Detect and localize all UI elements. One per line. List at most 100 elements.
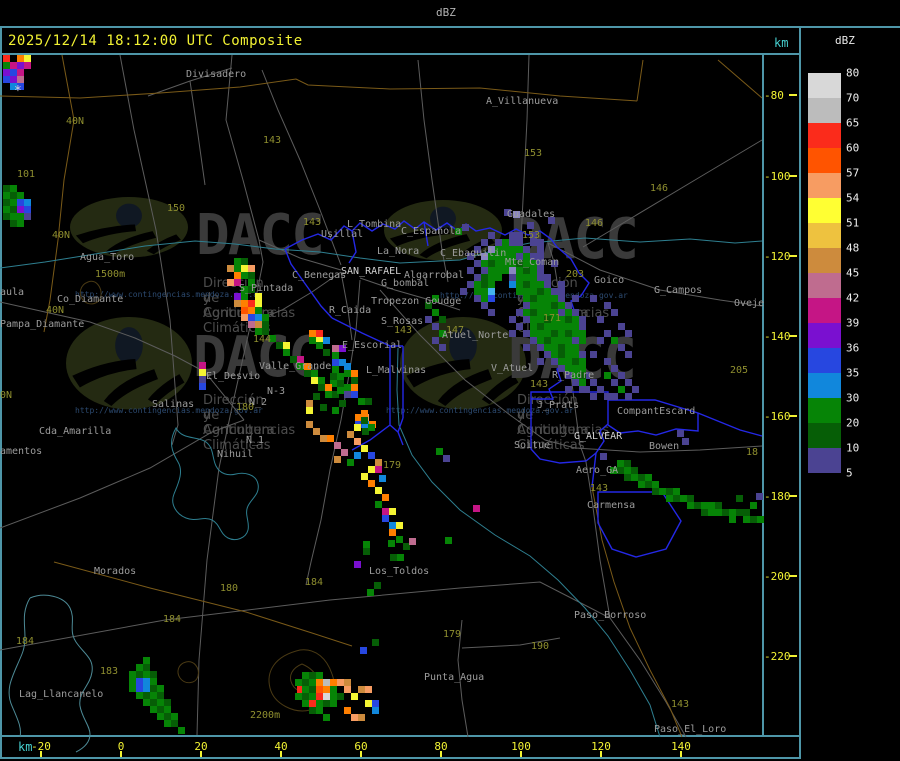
radar-cell (537, 337, 544, 344)
radar-cell (136, 678, 143, 685)
radar-cell (318, 377, 325, 384)
radar-cell (354, 452, 361, 459)
radar-cell (565, 386, 572, 393)
radar-cell (3, 76, 10, 83)
radar-cell (572, 295, 579, 302)
radar-cell (17, 206, 24, 213)
radar-cell (715, 502, 722, 509)
radar-cell (572, 316, 579, 323)
map-place-label: C_Española (401, 226, 462, 237)
radar-cell (680, 495, 687, 502)
radar-cell (516, 281, 523, 288)
radar-cell (516, 267, 523, 274)
map-route-label: 146 (585, 218, 604, 229)
radar-cell (625, 330, 632, 337)
radar-cell (17, 55, 24, 62)
radar-cell (375, 459, 382, 466)
radar-cell (551, 288, 558, 295)
map-place-label: Tropezon Goudge (371, 296, 462, 307)
radar-cell (544, 344, 551, 351)
radar-cell (375, 487, 382, 494)
radar-cell (241, 307, 248, 314)
radar-cell (425, 316, 432, 323)
radar-cell (374, 582, 381, 589)
map-place-label: El_Desvio (206, 371, 261, 382)
radar-cell (344, 679, 351, 686)
radar-cell (631, 474, 638, 481)
radar-cell (579, 386, 586, 393)
radar-cell (143, 678, 150, 685)
radar-cell (316, 672, 323, 679)
radar-cell (474, 260, 481, 267)
radar-cell (157, 685, 164, 692)
radar-cell (344, 391, 351, 398)
radar-cell (262, 314, 269, 321)
radar-cell (624, 467, 631, 474)
radar-cell (302, 679, 309, 686)
radar-cell (363, 541, 370, 548)
map-place-label: Los_Toldos (369, 566, 430, 577)
radar-cell (3, 199, 10, 206)
radar-cell (24, 199, 31, 206)
radar-cell (309, 693, 316, 700)
radar-cell (624, 460, 631, 467)
radar-cell (558, 358, 565, 365)
radar-cell (572, 330, 579, 337)
radar-cell (136, 692, 143, 699)
radar-cell (488, 295, 495, 302)
radar-cell (652, 481, 659, 488)
radar-cell (736, 495, 743, 502)
radar-cell (579, 323, 586, 330)
map-route-label: 184 (163, 614, 182, 625)
map-place-label: Paso_Borroso (574, 610, 647, 621)
radar-cell (516, 323, 523, 330)
radar-cell (708, 502, 715, 509)
radar-cell (255, 300, 262, 307)
map-place-label: A_Villanueva (486, 96, 559, 107)
radar-cell (143, 671, 150, 678)
radar-cell (368, 424, 375, 431)
map-place-label: Agua_Toro (80, 252, 135, 263)
radar-cell (316, 686, 323, 693)
radar-cell (337, 693, 344, 700)
map-place-label: Usillal (321, 229, 364, 240)
radar-cell (537, 323, 544, 330)
radar-cell (638, 481, 645, 488)
radar-cell (164, 706, 171, 713)
radar-cell (474, 295, 481, 302)
radar-cell (488, 260, 495, 267)
radar-cell (481, 274, 488, 281)
radar-cell (462, 224, 469, 231)
radar-cell (565, 337, 572, 344)
radar-cell (537, 246, 544, 253)
radar-cell (136, 685, 143, 692)
map-route-label: 40N (46, 305, 65, 316)
radar-cell (509, 274, 516, 281)
radar-cell (509, 232, 516, 239)
radar-cell (544, 351, 551, 358)
radar-cell (248, 300, 255, 307)
radar-cell (544, 302, 551, 309)
radar-cell (558, 337, 565, 344)
radar-cell (323, 700, 330, 707)
radar-cell (481, 281, 488, 288)
radar-cell (756, 493, 763, 500)
map-place-label: G_bombal (381, 278, 430, 289)
radar-cell (530, 302, 537, 309)
map-route-label: 179 (443, 629, 462, 640)
radar-cell (530, 274, 537, 281)
map-place-label: E_Escorial (342, 340, 403, 351)
radar-cell (523, 267, 530, 274)
radar-cell (363, 548, 370, 555)
map-place-label: Paso_El_Loro (654, 724, 727, 735)
radar-cell (396, 536, 403, 543)
radar-cell (687, 502, 694, 509)
radar-cell (344, 370, 351, 377)
radar-cell (316, 679, 323, 686)
radar-cell (316, 693, 323, 700)
radar-cell (337, 387, 344, 394)
radar-cell (332, 345, 339, 352)
radar-cell (143, 657, 150, 664)
radar-cell (382, 508, 389, 515)
radar-cell (367, 589, 374, 596)
